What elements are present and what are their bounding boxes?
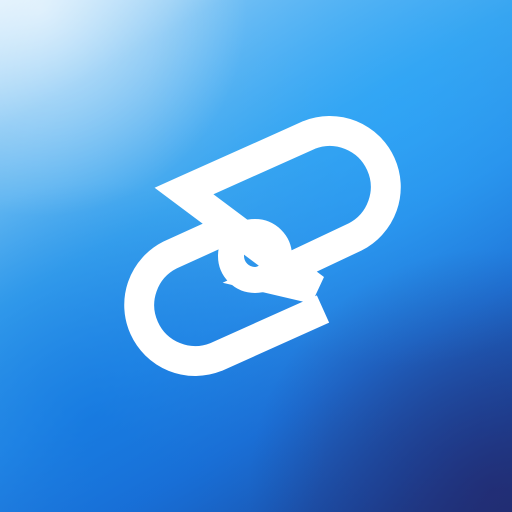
app-icon-background [0, 0, 512, 512]
chain-link-icon [124, 116, 401, 376]
